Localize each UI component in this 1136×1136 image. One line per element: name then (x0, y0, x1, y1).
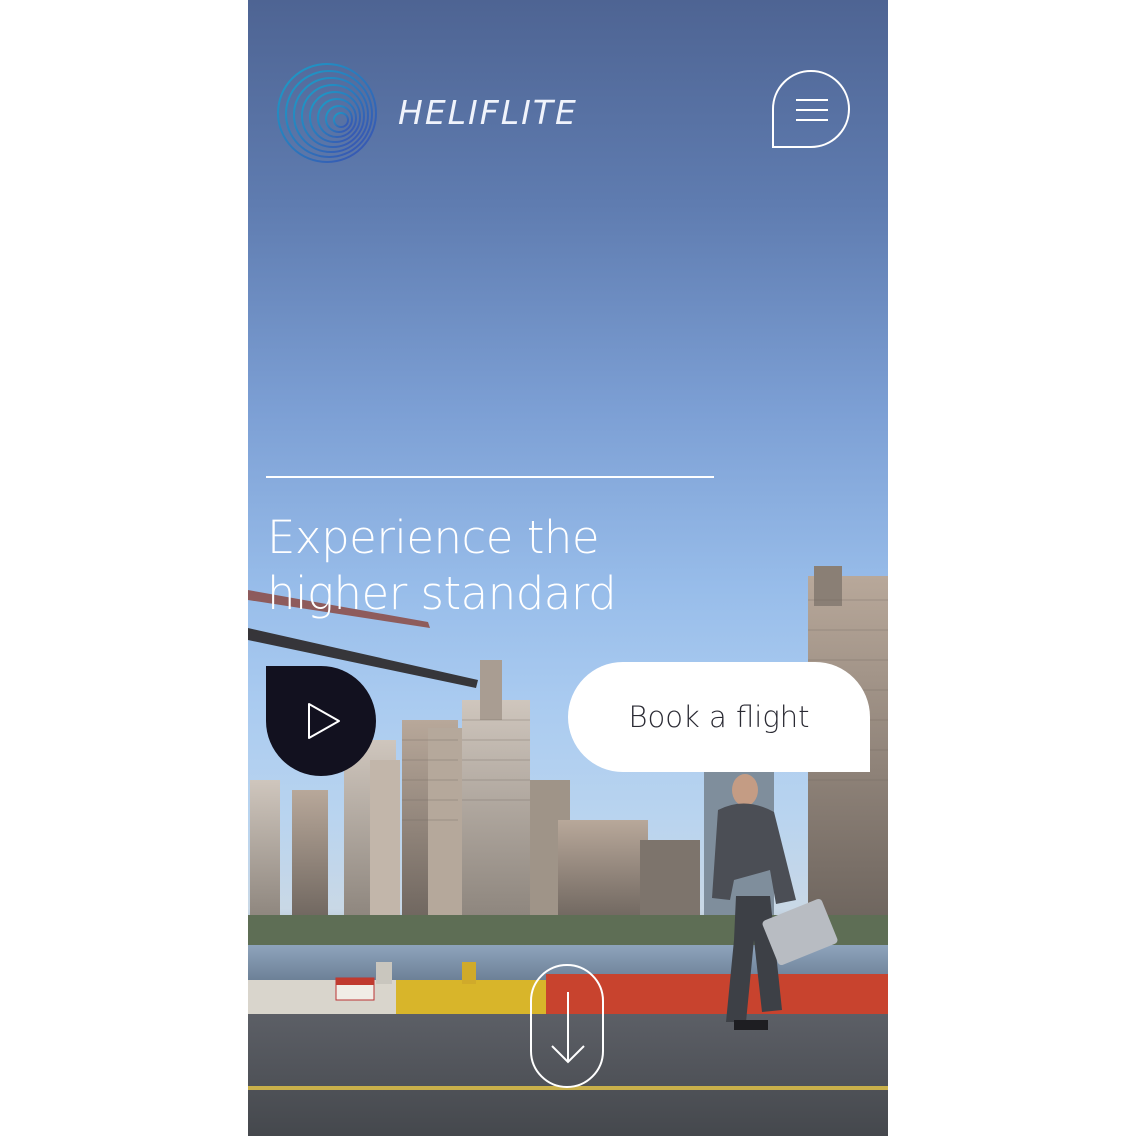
headline-divider (266, 476, 714, 478)
hamburger-menu-icon (796, 119, 828, 121)
book-flight-label: Book a flight (628, 700, 810, 734)
building (558, 820, 648, 920)
building (640, 840, 700, 920)
arrow-down-icon (551, 992, 585, 1064)
building (462, 700, 530, 920)
hero-headline: Experience the higher standard (267, 511, 617, 620)
building (292, 790, 328, 920)
hamburger-menu-icon (796, 99, 828, 101)
mobile-viewport: HELIFLITE Experience the higher standard… (248, 0, 888, 1136)
brand-name[interactable]: HELIFLITE (398, 90, 578, 136)
danger-sign-stripe (336, 978, 374, 985)
barrier-yellow (396, 980, 546, 1014)
building (250, 780, 280, 920)
scroll-down-button[interactable] (530, 964, 604, 1088)
menu-button[interactable] (772, 70, 850, 148)
concentric-rings-logo-icon[interactable] (276, 62, 378, 164)
building (480, 660, 502, 720)
building (428, 728, 462, 920)
play-video-button[interactable] (266, 666, 376, 776)
play-icon (308, 703, 340, 739)
building (370, 760, 400, 920)
bollard (462, 962, 476, 984)
book-flight-button[interactable]: Book a flight (568, 662, 870, 772)
bollard (376, 962, 392, 984)
hamburger-menu-icon (796, 109, 828, 111)
